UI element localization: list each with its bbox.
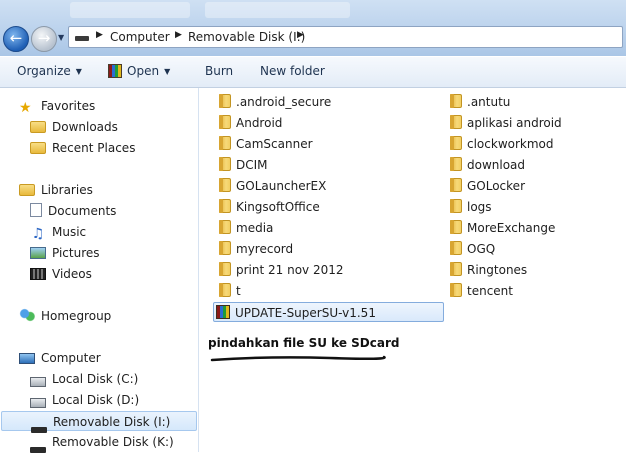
folder-icon (219, 178, 231, 192)
folder-icon (450, 241, 462, 255)
libraries-icon (19, 184, 35, 196)
folder-item[interactable]: myrecord (219, 239, 293, 259)
hard-drive-icon (30, 398, 46, 408)
folder-item[interactable]: tencent (450, 281, 513, 301)
file-list: .android_secure Android CamScanner DCIM … (199, 88, 626, 452)
chevron-right-icon[interactable]: ▶ (175, 30, 182, 40)
folder-icon (219, 94, 231, 108)
music-icon: ♫ (31, 226, 45, 242)
folder-icon (450, 157, 462, 171)
background-tab (70, 2, 190, 18)
breadcrumb-removable-disk[interactable]: Removable Disk (I:) (188, 30, 305, 44)
removable-drive-icon (30, 447, 46, 453)
folder-icon (219, 199, 231, 213)
nav-removable-disk-k[interactable]: Removable Disk (K:) (30, 432, 174, 453)
folder-icon (219, 283, 231, 297)
nav-libraries[interactable]: Libraries (19, 180, 93, 200)
nav-music[interactable]: ♫ Music (30, 222, 86, 242)
folder-icon (450, 115, 462, 129)
organize-button[interactable]: Organize ▼ (17, 64, 82, 78)
star-icon: ★ (19, 100, 32, 116)
folder-icon (219, 157, 231, 171)
nav-local-disk-d[interactable]: Local Disk (D:) (30, 390, 139, 410)
folder-icon (450, 283, 462, 297)
folder-icon (219, 241, 231, 255)
nav-downloads[interactable]: Downloads (30, 117, 118, 137)
chevron-right-icon[interactable]: ▶ (297, 30, 304, 40)
folder-icon (450, 199, 462, 213)
folder-item[interactable]: GOLocker (450, 176, 525, 196)
window-titlebar: ← → ▼ ▶ Computer ▶ Removable Disk (I:) ▶ (0, 0, 626, 56)
arrow-right-icon: → (37, 29, 51, 47)
folder-item[interactable]: Ringtones (450, 260, 527, 280)
folder-item[interactable]: KingsoftOffice (219, 197, 320, 217)
videos-icon (30, 268, 46, 280)
chevron-down-icon: ▼ (75, 67, 82, 76)
annotation-text: pindahkan file SU ke SDcard (208, 336, 400, 350)
recent-places-icon (30, 142, 46, 154)
folder-item[interactable]: DCIM (219, 155, 268, 175)
nav-recent-places[interactable]: Recent Places (30, 138, 135, 158)
homegroup-icon (19, 308, 35, 322)
nav-computer[interactable]: Computer (19, 348, 101, 368)
folder-item[interactable]: print 21 nov 2012 (219, 260, 344, 280)
nav-videos[interactable]: Videos (30, 264, 92, 284)
folder-icon (219, 136, 231, 150)
chevron-right-icon[interactable]: ▶ (96, 30, 103, 40)
nav-favorites[interactable]: ★ Favorites (19, 96, 95, 116)
drive-icon (75, 36, 89, 41)
computer-icon (19, 353, 35, 364)
folder-item[interactable]: media (219, 218, 273, 238)
chevron-down-icon: ▼ (164, 67, 171, 76)
folder-item[interactable]: OGQ (450, 239, 495, 259)
nav-local-disk-c[interactable]: Local Disk (C:) (30, 369, 138, 389)
burn-button[interactable]: Burn (205, 64, 233, 78)
folder-item[interactable]: t (219, 281, 241, 301)
nav-documents[interactable]: Documents (30, 201, 116, 221)
downloads-folder-icon (30, 121, 46, 133)
file-item-selected[interactable]: UPDATE-SuperSU-v1.51 (213, 302, 444, 322)
breadcrumb-computer[interactable]: Computer (110, 30, 170, 44)
folder-item[interactable]: .antutu (450, 92, 510, 112)
address-bar[interactable]: ▶ Computer ▶ Removable Disk (I:) ▶ (68, 26, 623, 48)
folder-icon (450, 262, 462, 276)
folder-item[interactable]: Android (219, 113, 282, 133)
folder-icon (450, 220, 462, 234)
hard-drive-icon (30, 377, 46, 387)
folder-item[interactable]: logs (450, 197, 492, 217)
folder-item[interactable]: aplikasi android (450, 113, 562, 133)
folder-item[interactable]: .android_secure (219, 92, 331, 112)
nav-homegroup[interactable]: Homegroup (19, 306, 111, 326)
folder-icon (450, 136, 462, 150)
winrar-icon (108, 64, 122, 78)
folder-item[interactable]: clockworkmod (450, 134, 554, 154)
folder-item[interactable]: GOLauncherEX (219, 176, 326, 196)
folder-icon (219, 115, 231, 129)
nav-removable-disk-i[interactable]: Removable Disk (I:) (1, 411, 197, 433)
arrow-left-icon: ← (9, 29, 23, 47)
back-button[interactable]: ← (3, 26, 29, 52)
annotation-underline (210, 355, 386, 362)
documents-icon (30, 203, 42, 217)
pictures-icon (30, 247, 46, 259)
folder-item[interactable]: MoreExchange (450, 218, 555, 238)
background-tab (205, 2, 350, 18)
folder-icon (219, 262, 231, 276)
folder-icon (219, 220, 231, 234)
nav-pictures[interactable]: Pictures (30, 243, 100, 263)
forward-button[interactable]: → (31, 26, 57, 52)
navigation-pane: ★ Favorites Downloads Recent Places Libra… (0, 88, 199, 453)
recent-pages-dropdown[interactable]: ▼ (58, 33, 64, 42)
folder-item[interactable]: CamScanner (219, 134, 313, 154)
new-folder-button[interactable]: New folder (260, 64, 325, 78)
folder-icon (450, 94, 462, 108)
winrar-archive-icon (216, 305, 230, 319)
folder-icon (450, 178, 462, 192)
open-button[interactable]: Open ▼ (108, 64, 170, 78)
command-bar: Organize ▼ Open ▼ Burn New folder (0, 57, 626, 88)
folder-item[interactable]: download (450, 155, 525, 175)
